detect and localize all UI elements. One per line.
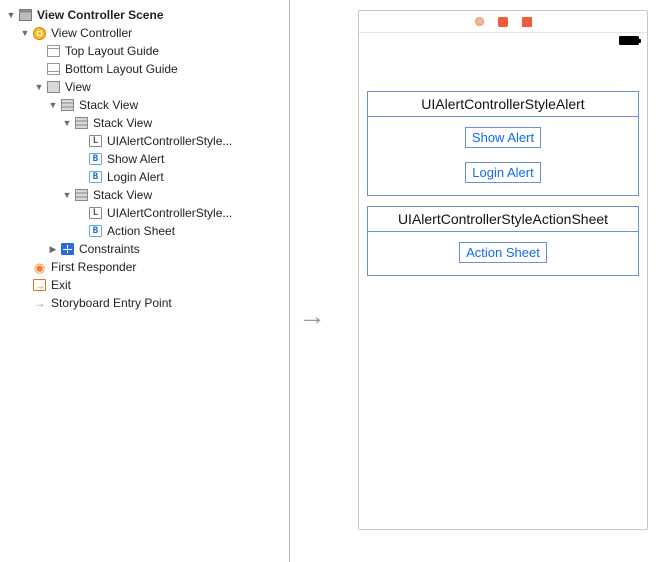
storyboard-canvas[interactable]: → UIAlertControllerStyleAlert Show Alert…: [290, 0, 670, 562]
uibutton-icon: B: [88, 170, 103, 184]
outline-label: Stack View: [93, 186, 152, 204]
outline-label: UIAlertControllerStyle...: [107, 204, 232, 222]
layout-guide-icon: [46, 62, 61, 76]
status-bar: [359, 33, 647, 51]
exit-icon: [32, 278, 47, 292]
outline-stackview[interactable]: ▼ Stack View: [6, 114, 289, 132]
outline-bottom-layout-guide[interactable]: Bottom Layout Guide: [6, 60, 289, 78]
stackview-icon: [74, 188, 89, 202]
scene-title-bar[interactable]: [359, 11, 647, 33]
outline-label: Exit: [51, 276, 71, 294]
outline-label: Constraints: [79, 240, 140, 258]
uibutton-icon: B: [88, 152, 103, 166]
outline-stackview[interactable]: ▼ Stack View: [6, 186, 289, 204]
device-frame[interactable]: UIAlertControllerStyleAlert Show Alert L…: [358, 10, 648, 530]
uilabel-icon: L: [88, 206, 103, 220]
uibutton-icon: B: [88, 224, 103, 238]
outline-label: Stack View: [79, 96, 138, 114]
outline-label: View: [65, 78, 91, 96]
outline-exit[interactable]: Exit: [6, 276, 289, 294]
outline-label: First Responder: [51, 258, 136, 276]
outline-label-item[interactable]: L UIAlertControllerStyle...: [6, 204, 289, 222]
outline-label: Storyboard Entry Point: [51, 294, 172, 312]
first-responder-dot-icon[interactable]: [498, 17, 508, 27]
show-alert-button[interactable]: Show Alert: [465, 127, 541, 148]
outline-constraints[interactable]: ▶ Constraints: [6, 240, 289, 258]
outline-button-item[interactable]: B Show Alert: [6, 150, 289, 168]
outline-label: UIAlertControllerStyle...: [107, 132, 232, 150]
outline-entry-point[interactable]: → Storyboard Entry Point: [6, 294, 289, 312]
section-title-label: UIAlertControllerStyleAlert: [368, 92, 638, 117]
outline-top-layout-guide[interactable]: Top Layout Guide: [6, 42, 289, 60]
outline-button-item[interactable]: B Login Alert: [6, 168, 289, 186]
stackview-icon: [74, 116, 89, 130]
outline-label-item[interactable]: L UIAlertControllerStyle...: [6, 132, 289, 150]
root-view[interactable]: UIAlertControllerStyleAlert Show Alert L…: [359, 91, 647, 529]
segue-arrow-icon: →: [298, 300, 326, 332]
first-responder-icon: ◉: [32, 260, 47, 274]
view-icon: [46, 80, 61, 94]
constraints-icon: [60, 242, 75, 256]
outline-viewcontroller[interactable]: ▼ View Controller: [6, 24, 289, 42]
outline-label: Show Alert: [107, 150, 164, 168]
layout-guide-icon: [46, 44, 61, 58]
stackview-body: Action Sheet: [368, 232, 638, 275]
disclosure-right-icon[interactable]: ▶: [48, 240, 58, 258]
login-alert-button[interactable]: Login Alert: [465, 162, 540, 183]
disclosure-down-icon[interactable]: ▼: [62, 114, 72, 132]
outline-view[interactable]: ▼ View: [6, 78, 289, 96]
disclosure-down-icon[interactable]: ▼: [48, 96, 58, 114]
section-title-label: UIAlertControllerStyleActionSheet: [368, 207, 638, 232]
stackview-body: Show Alert Login Alert: [368, 117, 638, 195]
outline-scene[interactable]: ▼ View Controller Scene: [6, 6, 289, 24]
stackview-icon: [60, 98, 75, 112]
outline-label: Stack View: [93, 114, 152, 132]
battery-icon: [619, 36, 639, 45]
outline-label: Bottom Layout Guide: [65, 60, 178, 78]
outline-button-item[interactable]: B Action Sheet: [6, 222, 289, 240]
viewcontroller-icon: [32, 26, 47, 40]
document-outline: ▼ View Controller Scene ▼ View Controlle…: [0, 0, 290, 562]
scene-icon: [18, 8, 33, 22]
outline-stackview[interactable]: ▼ Stack View: [6, 96, 289, 114]
outline-first-responder[interactable]: ◉ First Responder: [6, 258, 289, 276]
outline-label: Top Layout Guide: [65, 42, 159, 60]
disclosure-down-icon[interactable]: ▼: [20, 24, 30, 42]
entry-arrow-icon: →: [32, 296, 47, 310]
stackview-actionsheet[interactable]: UIAlertControllerStyleActionSheet Action…: [367, 206, 639, 276]
outline-label: View Controller: [51, 24, 132, 42]
exit-dot-icon[interactable]: [522, 17, 532, 27]
outline-label: Action Sheet: [107, 222, 175, 240]
stackview-alert[interactable]: UIAlertControllerStyleAlert Show Alert L…: [367, 91, 639, 196]
disclosure-down-icon[interactable]: ▼: [6, 6, 16, 24]
disclosure-down-icon[interactable]: ▼: [62, 186, 72, 204]
action-sheet-button[interactable]: Action Sheet: [459, 242, 547, 263]
outline-label: View Controller Scene: [37, 6, 164, 24]
vc-dot-icon[interactable]: [475, 17, 484, 26]
disclosure-down-icon[interactable]: ▼: [34, 78, 44, 96]
uilabel-icon: L: [88, 134, 103, 148]
spacer: [359, 51, 647, 91]
outline-label: Login Alert: [107, 168, 164, 186]
